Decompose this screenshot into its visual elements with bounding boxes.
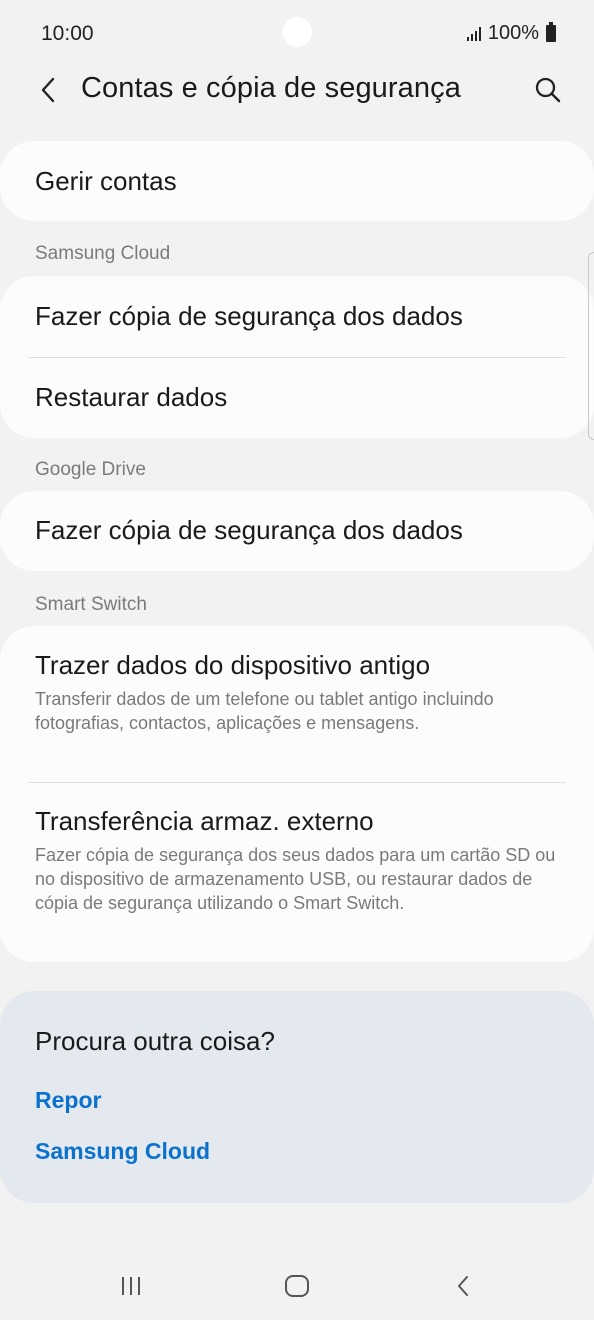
home-icon [285,1275,309,1297]
back-arrow-icon [41,77,55,103]
navigation-bar [0,1248,594,1320]
external-storage-title: Transferência armaz. externo [35,806,374,836]
nav-back-icon [458,1276,468,1296]
old-device-title: Trazer dados do dispositivo antigo [35,650,431,680]
home-button[interactable] [275,1268,319,1304]
google-drive-backup-item[interactable]: Fazer cópia de segurança dos dados [0,491,594,571]
smart-switch-old-device-item[interactable]: Trazer dados do dispositivo antigo Trans… [35,650,564,735]
smart-switch-external-storage-item[interactable]: Transferência armaz. externo Fazer cópia… [35,806,564,915]
status-bar: 10:00 100% [0,0,594,66]
nav-back-button[interactable] [441,1268,485,1304]
status-time: 10:00 [41,22,94,45]
section-header-smart-switch: Smart Switch [35,594,147,615]
suggestions-title: Procura outra coisa? [35,1026,275,1056]
battery-percent: 100% [487,22,539,44]
divider [28,357,566,358]
old-device-description: Transferir dados de um telefone ou table… [35,689,494,733]
samsung-cloud-backup-label: Fazer cópia de segurança dos dados [35,301,463,331]
samsung-cloud-restore-item[interactable]: Restaurar dados [35,382,564,413]
app-bar: Contas e cópia de segurança [0,60,594,122]
front-camera [282,17,312,47]
back-button[interactable] [30,72,66,108]
section-header-google-drive: Google Drive [35,459,146,480]
search-icon [535,77,561,103]
suggestion-link-repor[interactable]: Repor [35,1087,101,1114]
scrollbar[interactable] [588,252,594,440]
recents-button[interactable] [109,1268,153,1304]
suggestions-card: Procura outra coisa? Repor Samsung Cloud [0,991,594,1203]
signal-icon [466,26,481,41]
section-header-samsung-cloud: Samsung Cloud [35,243,171,264]
page-title: Contas e cópia de segurança [81,72,461,104]
recents-icon [122,1277,140,1295]
samsung-cloud-restore-label: Restaurar dados [35,382,228,412]
smart-switch-card: Trazer dados do dispositivo antigo Trans… [0,626,594,962]
suggestion-link-samsung-cloud[interactable]: Samsung Cloud [35,1138,210,1165]
divider [28,782,566,783]
status-icons: 100% [466,22,556,45]
battery-icon [546,22,556,42]
manage-accounts-item[interactable]: Gerir contas [0,141,594,221]
external-storage-description: Fazer cópia de segurança dos seus dados … [35,845,556,913]
search-button[interactable] [530,72,566,108]
samsung-cloud-card: Fazer cópia de segurança dos dados Resta… [0,276,594,438]
manage-accounts-label: Gerir contas [35,166,177,196]
samsung-cloud-backup-item[interactable]: Fazer cópia de segurança dos dados [35,301,564,332]
google-drive-backup-label: Fazer cópia de segurança dos dados [35,515,463,545]
